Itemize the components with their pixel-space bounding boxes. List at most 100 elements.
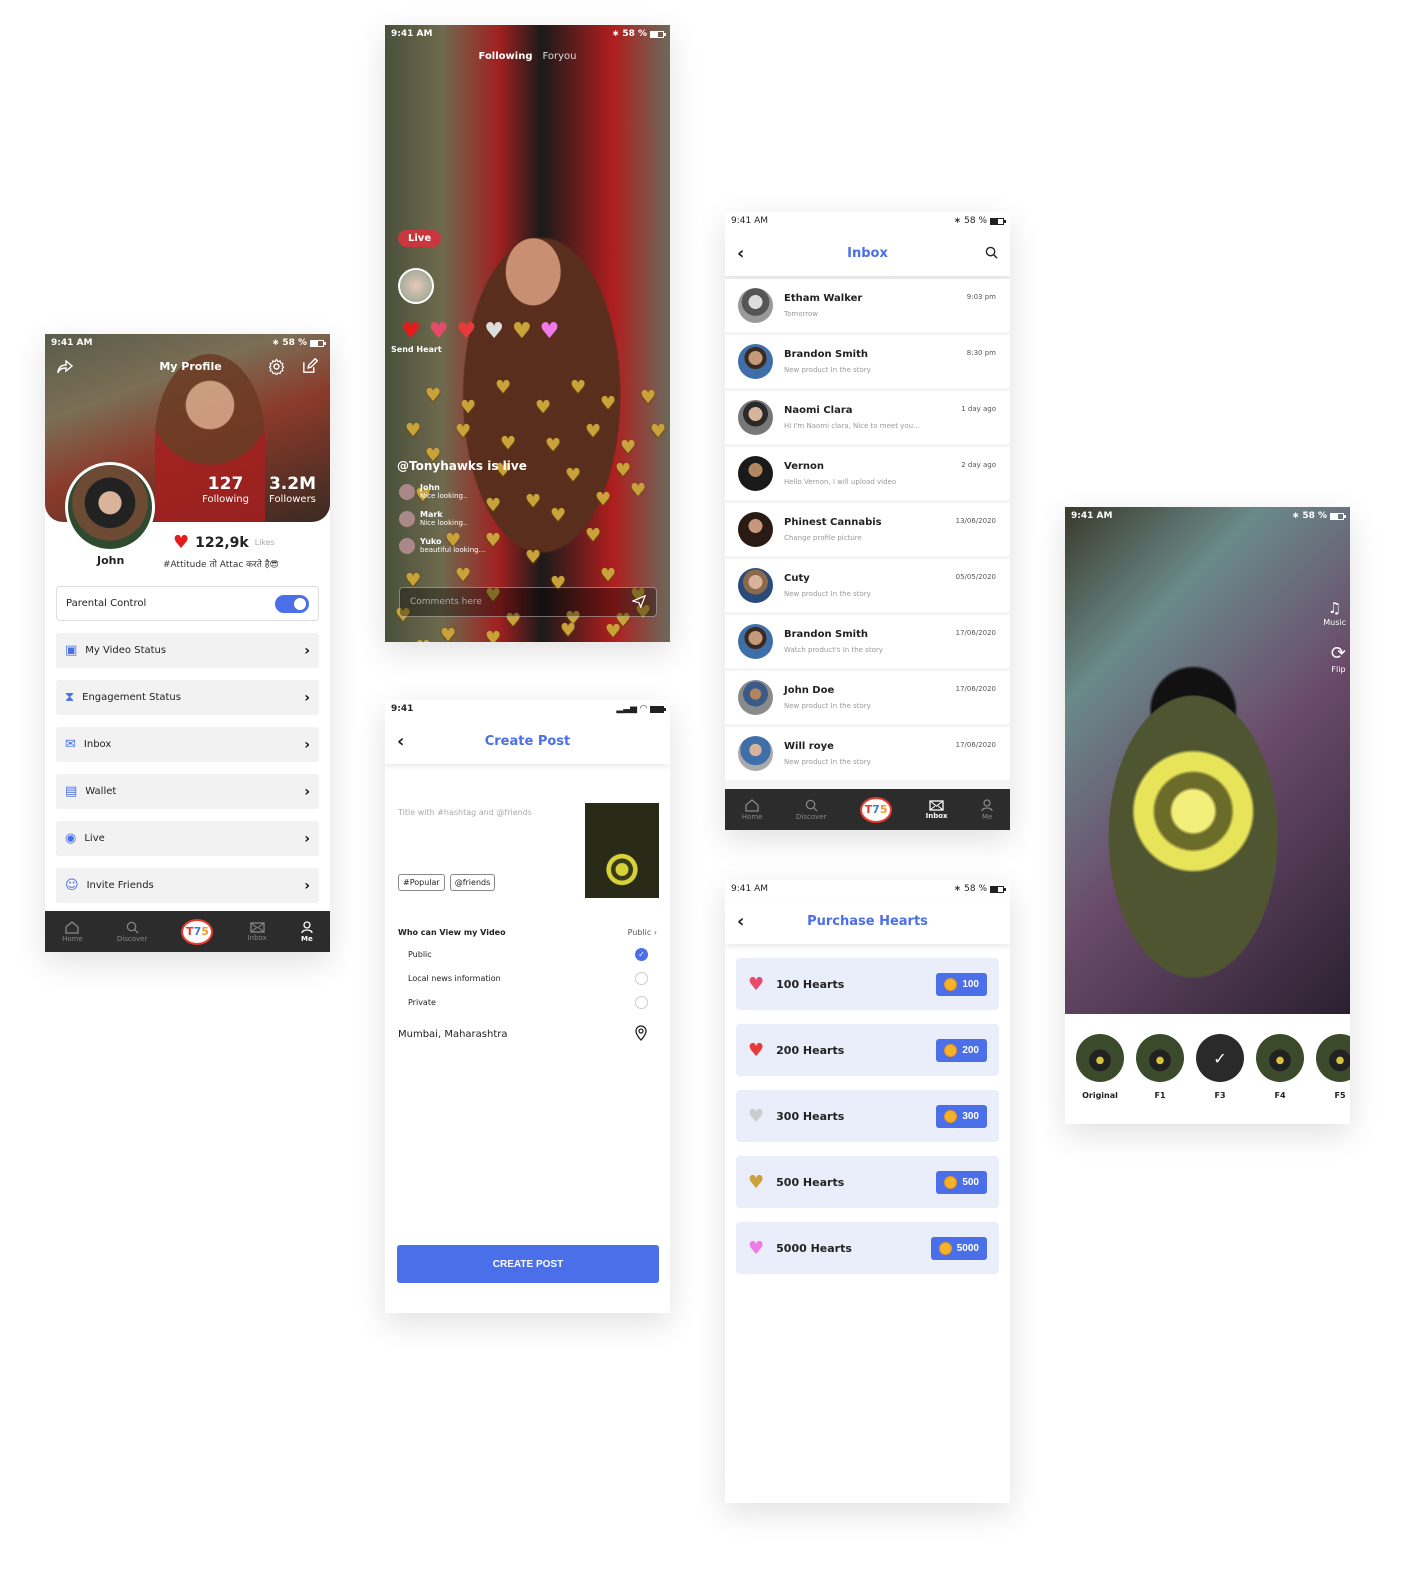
buy-button[interactable]: 5000 <box>930 1236 987 1260</box>
list-item[interactable]: Naomi Clara Hi I'm Naomi clara, Nice to m… <box>725 391 1010 444</box>
search-icon[interactable] <box>985 244 998 263</box>
create-post-button[interactable]: CREATE POST <box>397 1245 659 1283</box>
filter-f1[interactable]: F1 <box>1136 1034 1184 1100</box>
video-thumbnail[interactable] <box>585 803 659 898</box>
nav-discover[interactable]: Discover <box>117 921 147 943</box>
menu-item-invite-friends[interactable]: ☺ Invite Friends › <box>56 868 319 903</box>
heart-pack[interactable]: ♥ 5000 Hearts 5000 <box>736 1222 999 1274</box>
gear-icon[interactable] <box>268 358 285 375</box>
location-label: Mumbai, Maharashtra <box>398 1029 508 1040</box>
menu-item-live[interactable]: ◉ Live › <box>56 821 319 856</box>
gold-heart-icon: ♥ <box>550 505 567 526</box>
nav-me[interactable]: Me <box>981 798 993 821</box>
menu-item-wallet[interactable]: ▤ Wallet › <box>56 774 319 809</box>
list-item[interactable]: Cuty New product In the story 05/05/2020 <box>725 559 1010 612</box>
streamer-avatar[interactable] <box>398 268 434 304</box>
price-label: 200 <box>962 1044 979 1056</box>
stream-title: @Tonyhawks is live <box>397 459 527 473</box>
status-time: 9:41 AM <box>1071 511 1113 521</box>
heart-option-icon[interactable]: ♥ <box>401 319 421 344</box>
live-badge: Live <box>398 230 442 247</box>
message-body: Will roye New product In the story <box>784 736 871 766</box>
heart-pack[interactable]: ♥ 100 Hearts 100 <box>736 958 999 1010</box>
nav-discover[interactable]: Discover <box>796 799 826 821</box>
heart-option-icon[interactable]: ♥ <box>512 319 532 344</box>
nav-me[interactable]: Me <box>301 920 313 943</box>
avatar[interactable] <box>65 462 155 552</box>
heart-option-icon[interactable]: ♥ <box>456 319 476 344</box>
flip-button[interactable]: ⟳ Flip <box>1331 643 1346 674</box>
menu-item-label: Live <box>84 833 105 844</box>
location-pin-icon <box>634 1025 648 1044</box>
list-item[interactable]: Phinest Cannabis Change profile picture 13… <box>725 503 1010 556</box>
parental-control-toggle[interactable] <box>275 594 309 613</box>
buy-button[interactable]: 100 <box>936 972 987 996</box>
location-row[interactable]: Mumbai, Maharashtra <box>385 1025 670 1044</box>
menu-item-inbox[interactable]: ✉ Inbox › <box>56 727 319 762</box>
list-item[interactable]: Vernon Hello Vernon, I will upload video 2… <box>725 447 1010 500</box>
caption-input[interactable]: Title with #hashtag and @friends <box>398 808 532 817</box>
nav-inbox[interactable]: Inbox <box>247 921 267 942</box>
heart-pack[interactable]: ♥ 500 Hearts 500 <box>736 1156 999 1208</box>
back-icon[interactable]: ‹ <box>737 911 744 932</box>
bluetooth-icon: ∗ <box>271 338 280 348</box>
visibility-option[interactable]: Private <box>385 996 670 1009</box>
heart-option-icon[interactable]: ♥ <box>429 319 449 344</box>
followers-stat[interactable]: 3.2M Followers <box>269 474 316 505</box>
tab-foryou[interactable]: Foryou <box>542 51 576 62</box>
heart-option-icon[interactable]: ♥ <box>484 319 504 344</box>
heart-option-icon[interactable]: ♥ <box>540 319 560 344</box>
nav-label: Inbox <box>247 933 267 942</box>
contact-avatar <box>738 456 773 491</box>
comment-item: Yuko beautiful looking... <box>399 537 485 554</box>
nav-label: Discover <box>116 934 148 943</box>
buy-button[interactable]: 200 <box>936 1038 987 1062</box>
comment-input[interactable]: Comments here <box>399 587 657 617</box>
back-icon[interactable]: ‹ <box>737 243 744 264</box>
list-item[interactable]: Etham Walker Tomorrow 9:03 pm <box>725 279 1010 332</box>
nav-create[interactable]: T75 <box>860 796 893 823</box>
music-button[interactable]: ♫ Music <box>1323 599 1346 627</box>
radio-button[interactable] <box>635 972 648 985</box>
radio-button[interactable] <box>635 996 648 1009</box>
list-item[interactable]: Brandon Smith New product In the story 8:3… <box>725 335 1010 388</box>
nav-inbox[interactable]: Inbox <box>926 799 948 820</box>
buy-button[interactable]: 300 <box>936 1104 987 1128</box>
nav-home[interactable]: Home <box>742 798 762 821</box>
tag-popular[interactable]: #Popular <box>398 874 445 891</box>
tab-following[interactable]: Following <box>479 51 533 62</box>
radio-button[interactable]: ✓ <box>635 948 648 961</box>
heart-pack-label: 100 Hearts <box>776 977 845 991</box>
tag-friends[interactable]: @friends <box>449 874 496 891</box>
nav-create[interactable]: T75 <box>181 918 214 945</box>
gold-heart-icon: ♥ <box>615 460 632 481</box>
filter-f3[interactable]: ✓ F3 <box>1196 1034 1244 1100</box>
nav-home[interactable]: Home <box>62 920 83 943</box>
filter-f4[interactable]: F4 <box>1256 1034 1304 1100</box>
menu-item-my-video-status[interactable]: ▣ My Video Status › <box>56 633 319 668</box>
nav-label: Home <box>62 934 83 943</box>
visibility-row[interactable]: Who can View my Video Public › <box>385 928 670 937</box>
page-title: Create Post <box>484 733 571 749</box>
send-icon[interactable] <box>631 594 647 611</box>
heart-pack[interactable]: ♥ 300 Hearts 300 <box>736 1090 999 1142</box>
menu-item-engagement-status[interactable]: ⧗ Engagement Status › <box>56 680 319 715</box>
list-item[interactable]: Brandon Smith Watch product's In the stor… <box>725 615 1010 668</box>
back-icon[interactable]: ‹ <box>397 731 404 752</box>
mail-icon: ✉ <box>65 737 76 752</box>
list-item[interactable]: John Doe New product In the story 17/06/20… <box>725 671 1010 724</box>
coin-icon <box>944 1109 958 1123</box>
heart-pack[interactable]: ♥ 200 Hearts 200 <box>736 1024 999 1076</box>
contact-avatar <box>738 512 773 547</box>
filter-original[interactable]: Original <box>1076 1034 1124 1100</box>
gold-heart-icon: ♥ <box>560 620 577 641</box>
share-icon[interactable] <box>57 359 73 374</box>
list-item[interactable]: Will roye New product In the story 17/06/2… <box>725 727 1010 780</box>
filter-thumbnail <box>1076 1034 1124 1082</box>
filter-f5[interactable]: F5 <box>1316 1034 1350 1100</box>
edit-icon[interactable] <box>301 358 318 375</box>
visibility-option[interactable]: Public ✓ <box>385 948 670 961</box>
visibility-option[interactable]: Local news information <box>385 972 670 985</box>
following-stat[interactable]: 127 Following <box>202 474 249 505</box>
buy-button[interactable]: 500 <box>936 1170 987 1194</box>
